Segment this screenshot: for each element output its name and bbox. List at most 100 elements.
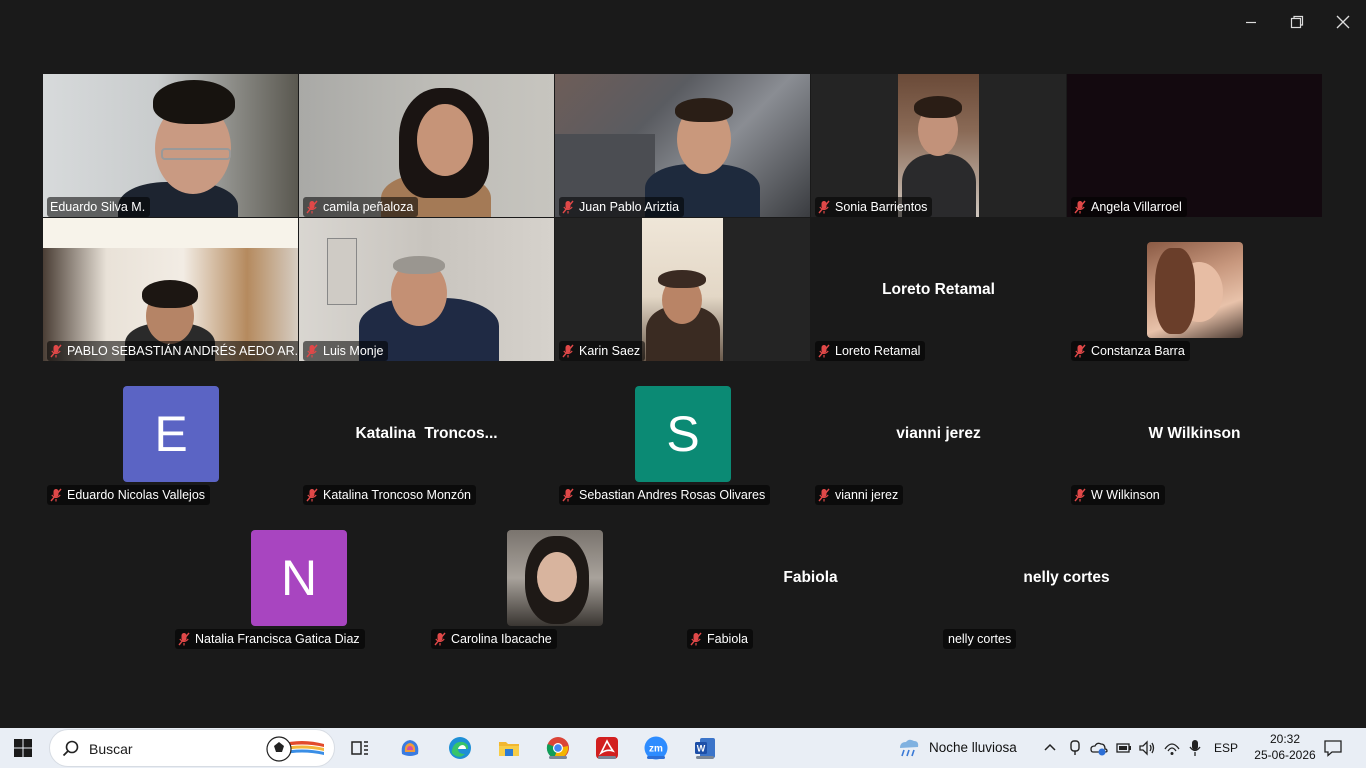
language-indicator[interactable]: ESP — [1214, 741, 1238, 755]
mic-muted-icon — [306, 344, 318, 358]
participant-name-tag: Luis Monje — [303, 341, 389, 361]
mic-muted-icon — [562, 344, 574, 358]
minimize-button[interactable] — [1228, 0, 1274, 44]
taskbar: Buscar zm W Noche lluviosa ESP 20:32 25-… — [0, 728, 1366, 768]
video-tile[interactable]: N Natalia Francisca Gatica Diaz — [171, 506, 426, 649]
participant-name-tag: camila peñaloza — [303, 197, 419, 217]
participant-name-tag: nelly cortes — [943, 629, 1017, 649]
zoom-button[interactable]: zm — [644, 736, 668, 760]
search-placeholder: Buscar — [89, 741, 133, 757]
mic-muted-icon — [818, 488, 830, 502]
participant-name: Luis Monje — [323, 344, 384, 358]
participant-name: Juan Pablo Ariztia — [579, 200, 680, 214]
mic-muted-icon — [562, 488, 574, 502]
participant-name-tag: Juan Pablo Ariztia — [559, 197, 685, 217]
mic-muted-icon — [1074, 488, 1086, 502]
task-view-button[interactable] — [348, 736, 372, 760]
participant-name-tag: Sebastian Andres Rosas Olivares — [559, 485, 771, 505]
windows-start-icon[interactable] — [14, 739, 32, 757]
participant-video — [299, 218, 554, 361]
video-tile[interactable]: Angela Villarroel — [1067, 74, 1322, 217]
avatar: S — [635, 386, 731, 482]
restore-button[interactable] — [1274, 0, 1320, 44]
weather-widget[interactable]: Noche lluviosa — [896, 736, 1026, 760]
svg-text:zm: zm — [649, 744, 663, 755]
mic-muted-icon — [306, 488, 318, 502]
participant-name: Carolina Ibacache — [451, 632, 552, 646]
taskbar-search[interactable]: Buscar — [49, 729, 335, 767]
volume-icon[interactable] — [1138, 740, 1156, 756]
participant-display-name: Katalina Troncos... — [355, 425, 498, 442]
participant-display-name: nelly cortes — [1023, 569, 1110, 586]
participant-name: Fabiola — [707, 632, 748, 646]
avatar: E — [123, 386, 219, 482]
mic-muted-icon — [818, 200, 830, 214]
acrobat-button[interactable] — [595, 736, 619, 760]
video-tile[interactable]: Carolina Ibacache — [427, 506, 682, 649]
participant-name: vianni jerez — [835, 488, 899, 502]
minimize-icon — [1246, 21, 1256, 24]
video-tile[interactable]: Katalina Troncos... Katalina Troncoso Mo… — [299, 362, 554, 505]
video-tile[interactable]: PABLO SEBASTIÁN ANDRÉS AEDO AR... — [43, 218, 298, 361]
participant-name: Sonia Barrientos — [835, 200, 928, 214]
video-tile[interactable]: vianni jerez vianni jerez — [811, 362, 1066, 505]
participant-name-tag: Natalia Francisca Gatica Diaz — [175, 629, 365, 649]
clock[interactable]: 20:32 25-06-2026 — [1250, 731, 1320, 763]
participant-video — [898, 74, 979, 217]
participant-name: Natalia Francisca Gatica Diaz — [195, 632, 360, 646]
participant-name: Karin Saez — [579, 344, 641, 358]
chrome-button[interactable] — [546, 736, 570, 760]
mic-muted-icon — [818, 344, 830, 358]
participant-name-tag: Karin Saez — [559, 341, 646, 361]
participant-name-tag: Constanza Barra — [1071, 341, 1190, 361]
video-tile[interactable]: W Wilkinson W Wilkinson — [1067, 362, 1322, 505]
video-tile[interactable]: Juan Pablo Ariztia — [555, 74, 810, 217]
app-running-indicator — [549, 756, 567, 759]
video-tile[interactable]: Karin Saez — [555, 218, 810, 361]
microphone-icon[interactable] — [1188, 739, 1202, 757]
wifi-icon[interactable] — [1163, 740, 1181, 756]
file-explorer-icon — [499, 742, 519, 756]
participant-name-tag: Sonia Barrientos — [815, 197, 933, 217]
participant-name: nelly cortes — [948, 632, 1012, 646]
copilot-button[interactable] — [398, 736, 422, 760]
participant-name: PABLO SEBASTIÁN ANDRÉS AEDO AR... — [67, 344, 298, 358]
participant-name-tag: Angela Villarroel — [1071, 197, 1187, 217]
app-running-indicator — [696, 756, 714, 759]
participant-name-tag: W Wilkinson — [1071, 485, 1165, 505]
video-tile[interactable]: Sonia Barrientos — [811, 74, 1066, 217]
participant-name-tag: vianni jerez — [815, 485, 904, 505]
mic-muted-icon — [50, 488, 62, 502]
mic-muted-icon — [434, 632, 446, 646]
battery-icon[interactable] — [1116, 741, 1132, 755]
video-tile[interactable]: Luis Monje — [299, 218, 554, 361]
clock-time: 20:32 — [1269, 732, 1301, 746]
participant-display-name: W Wilkinson — [1148, 425, 1241, 442]
video-tile[interactable]: Loreto Retamal Loreto Retamal — [811, 218, 1066, 361]
word-button[interactable]: W — [693, 736, 717, 760]
video-tile[interactable]: Eduardo Silva M. — [43, 74, 298, 217]
chevron-up-icon[interactable] — [1044, 742, 1056, 752]
notifications-icon[interactable] — [1324, 739, 1342, 757]
video-tile[interactable]: S Sebastian Andres Rosas Olivares — [555, 362, 810, 505]
video-tile[interactable]: E Eduardo Nicolas Vallejos — [43, 362, 298, 505]
file-explorer-button[interactable] — [497, 736, 521, 760]
meet-now-icon[interactable] — [1068, 740, 1082, 756]
video-tile[interactable]: nelly cortes nelly cortes — [939, 506, 1194, 649]
mic-muted-icon — [306, 200, 318, 214]
participant-name-tag: Loreto Retamal — [815, 341, 926, 361]
video-tile[interactable]: Fabiola Fabiola — [683, 506, 938, 649]
participant-display-name: Fabiola — [783, 569, 838, 586]
avatar: N — [251, 530, 347, 626]
video-tile[interactable]: camila peñaloza — [299, 74, 554, 217]
rain-night-icon — [900, 739, 919, 757]
participant-video — [555, 74, 810, 217]
onedrive-icon[interactable] — [1090, 740, 1108, 756]
edge-button[interactable] — [448, 736, 472, 760]
participant-name: Constanza Barra — [1091, 344, 1185, 358]
close-button[interactable] — [1320, 0, 1366, 44]
copilot-icon — [401, 740, 419, 756]
mic-muted-icon — [690, 632, 702, 646]
video-tile[interactable]: Constanza Barra — [1067, 218, 1322, 361]
participant-video — [43, 74, 298, 217]
